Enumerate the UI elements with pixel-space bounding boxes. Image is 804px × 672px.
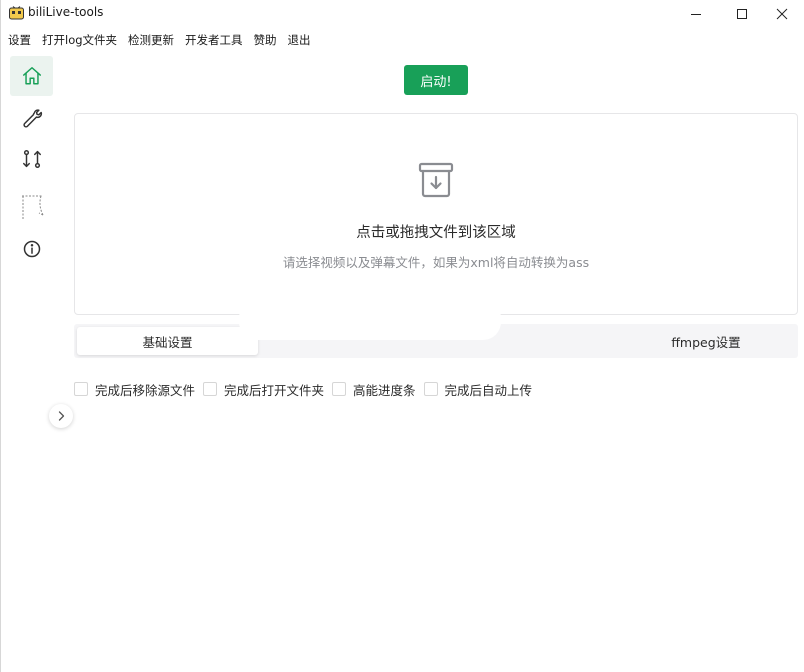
wrench-icon xyxy=(22,109,42,128)
window-title: biliLive-tools xyxy=(28,5,104,19)
bili-app-icon xyxy=(9,6,24,20)
sidebar-item-danmaku[interactable] xyxy=(10,187,53,227)
option-highlight-progress[interactable]: 高能进度条 xyxy=(332,380,416,399)
menu-settings[interactable]: 设置 xyxy=(8,31,31,49)
git-compare-icon xyxy=(22,150,41,168)
menu-devtools[interactable]: 开发者工具 xyxy=(185,31,243,49)
title-bar: biliLive-tools xyxy=(1,0,804,28)
option-label: 高能进度条 xyxy=(353,382,416,398)
upload-hint: 请选择视频以及弹幕文件，如果为xml将自动转换为ass xyxy=(282,255,590,270)
app-window: biliLive-tools 设置 打开log文件夹 检测更新 开发者工具 赞助… xyxy=(0,0,804,672)
option-open-folder[interactable]: 完成后打开文件夹 xyxy=(203,380,324,399)
option-label: 完成后自动上传 xyxy=(444,382,533,398)
menu-bar: 设置 打开log文件夹 检测更新 开发者工具 赞助 退出 xyxy=(1,30,322,50)
maximize-icon xyxy=(737,9,747,19)
option-label: 完成后移除源文件 xyxy=(95,382,196,398)
options-row: 完成后移除源文件 完成后打开文件夹 高能进度条 完成后自动上传 xyxy=(74,380,540,398)
close-icon xyxy=(776,8,788,20)
home-icon xyxy=(22,67,41,85)
tab-ffmpeg-settings[interactable]: ffmpeg设置 xyxy=(595,327,804,355)
sidebar-item-about[interactable] xyxy=(10,229,53,269)
checkbox[interactable] xyxy=(332,382,347,396)
sidebar-item-merge[interactable] xyxy=(10,139,53,179)
menu-check-update[interactable]: 检测更新 xyxy=(128,31,174,49)
minimize-icon xyxy=(691,14,701,15)
close-button[interactable] xyxy=(759,0,804,28)
option-remove-source[interactable]: 完成后移除源文件 xyxy=(74,380,195,399)
chevron-right-icon xyxy=(58,411,65,421)
menu-open-log-folder[interactable]: 打开log文件夹 xyxy=(42,31,117,49)
menu-sponsor[interactable]: 赞助 xyxy=(254,31,277,49)
upload-title: 点击或拖拽文件到该区域 xyxy=(356,225,516,241)
menu-exit[interactable]: 退出 xyxy=(288,31,311,49)
minimize-button[interactable] xyxy=(673,0,719,28)
archive-download-icon xyxy=(418,162,454,198)
info-icon xyxy=(23,240,40,258)
curtain-icon xyxy=(21,195,43,219)
sidebar-collapse-button[interactable] xyxy=(49,404,73,428)
sidebar xyxy=(1,54,73,672)
option-auto-upload[interactable]: 完成后自动上传 xyxy=(423,380,533,399)
sidebar-item-tools[interactable] xyxy=(10,98,53,138)
tab-overlay xyxy=(239,300,501,340)
checkbox[interactable] xyxy=(203,382,218,396)
tab-basic-settings[interactable]: 基础设置 xyxy=(77,327,258,355)
file-upload-dropzone[interactable]: 点击或拖拽文件到该区域 请选择视频以及弹幕文件，如果为xml将自动转换为ass xyxy=(74,113,798,315)
checkbox[interactable] xyxy=(423,382,438,396)
option-label: 完成后打开文件夹 xyxy=(224,382,325,398)
sidebar-item-home[interactable] xyxy=(10,56,53,96)
start-button[interactable]: 启动! xyxy=(404,65,468,95)
checkbox[interactable] xyxy=(74,382,88,396)
